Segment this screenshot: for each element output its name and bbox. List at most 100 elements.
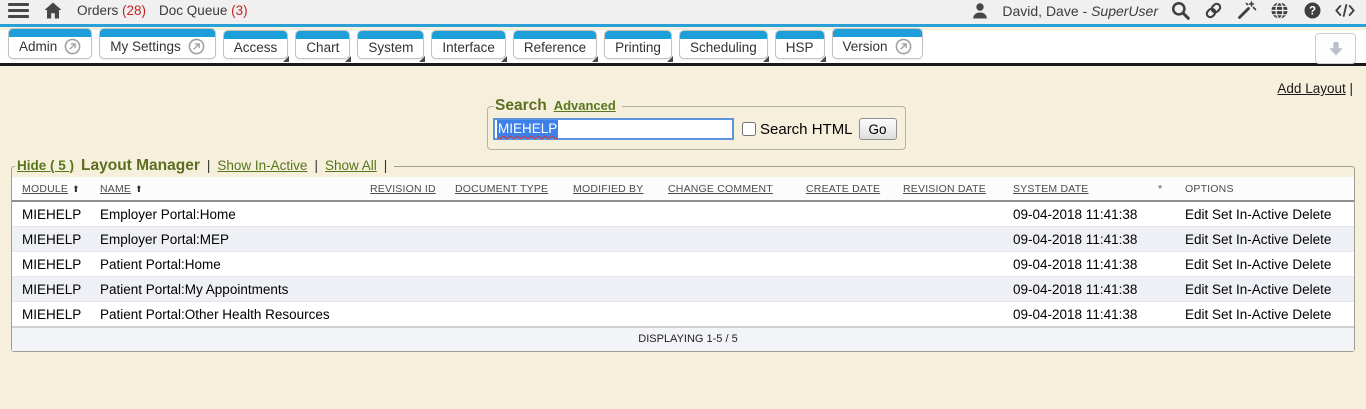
set-in-active-link[interactable]: Set In-Active: [1212, 282, 1289, 297]
layout-manager-panel: Hide ( 5 ) Layout Manager | Show In-Acti…: [11, 157, 1355, 352]
revision-id-cell: [370, 302, 455, 328]
show-inactive-link[interactable]: Show In-Active: [217, 158, 307, 173]
home-icon[interactable]: [42, 0, 64, 21]
modified-by-cell: [573, 227, 668, 252]
revision-id-cell: [370, 201, 455, 227]
top-bar-right: David, Dave - SuperUser ?: [969, 0, 1356, 21]
advanced-search-link[interactable]: Advanced: [554, 98, 616, 113]
collapse-tabs-button[interactable]: [1315, 33, 1356, 64]
set-in-active-link[interactable]: Set In-Active: [1212, 307, 1289, 322]
wand-icon[interactable]: [1235, 0, 1257, 21]
tab-reference[interactable]: Reference: [513, 30, 597, 59]
column-header-revision-id[interactable]: REVISION ID: [370, 177, 455, 201]
name-cell: Patient Portal:Home: [100, 252, 370, 277]
module-cell: MIEHELP: [12, 302, 100, 328]
dropdown-corner-icon: [763, 56, 769, 62]
tab-version[interactable]: Version: [832, 28, 923, 59]
delete-link[interactable]: Delete: [1292, 257, 1331, 272]
tab-interface[interactable]: Interface: [431, 30, 506, 59]
go-button[interactable]: Go: [859, 118, 897, 140]
name-cell: Employer Portal:MEP: [100, 227, 370, 252]
tab-hsp[interactable]: HSP: [775, 30, 825, 59]
column-header-revision-date[interactable]: REVISION DATE: [903, 177, 1013, 201]
delete-link[interactable]: Delete: [1292, 307, 1331, 322]
add-layout-link[interactable]: Add Layout |: [1277, 81, 1353, 96]
star-cell: [1158, 252, 1185, 277]
search-html-label: Search HTML: [760, 121, 853, 138]
column-header-name[interactable]: NAME⬆: [100, 177, 370, 201]
orders-count-badge: (28): [122, 3, 146, 18]
tab-accent-strip: [358, 31, 423, 39]
tab-label: Interface: [442, 40, 495, 55]
edit-link[interactable]: Edit: [1185, 232, 1208, 247]
column-header-module[interactable]: MODULE⬆: [12, 177, 100, 201]
set-in-active-link[interactable]: Set In-Active: [1212, 207, 1289, 222]
table-header-row: MODULE⬆NAME⬆REVISION IDDOCUMENT TYPEMODI…: [12, 177, 1354, 201]
modified-by-cell: [573, 252, 668, 277]
help-icon[interactable]: ?: [1301, 0, 1323, 21]
tab-accent-strip: [680, 31, 767, 39]
tab-label: Chart: [306, 40, 339, 55]
delete-link[interactable]: Delete: [1292, 282, 1331, 297]
edit-link[interactable]: Edit: [1185, 207, 1208, 222]
tab-label: Admin: [19, 39, 57, 54]
tab-label: Printing: [615, 40, 661, 55]
set-in-active-link[interactable]: Set In-Active: [1212, 257, 1289, 272]
tab-my-settings[interactable]: My Settings: [99, 28, 216, 59]
sort-ascending-icon: ⬆: [135, 184, 143, 194]
link-icon[interactable]: [1202, 0, 1224, 21]
table-footer-row: DISPLAYING 1-5 / 5: [12, 327, 1354, 351]
module-cell: MIEHELP: [12, 201, 100, 227]
revision-date-cell: [903, 227, 1013, 252]
column-header-document-type[interactable]: DOCUMENT TYPE: [455, 177, 573, 201]
tab-label: My Settings: [110, 39, 181, 54]
tab-system[interactable]: System: [357, 30, 424, 59]
hide-link[interactable]: Hide ( 5 ): [17, 158, 74, 173]
tab-access[interactable]: Access: [223, 30, 289, 59]
menu-icon[interactable]: [8, 3, 29, 18]
tab-accent-strip: [432, 31, 505, 39]
add-layout-label: Add Layout: [1277, 81, 1345, 96]
orders-link[interactable]: Orders (28): [77, 3, 146, 18]
star-cell: [1158, 277, 1185, 302]
name-cell: Patient Portal:Other Health Resources: [100, 302, 370, 328]
top-bar: Orders (28) Doc Queue (3) David, Dave - …: [0, 0, 1366, 27]
set-in-active-link[interactable]: Set In-Active: [1212, 232, 1289, 247]
column-header-options: OPTIONS: [1185, 177, 1354, 201]
change-comment-cell: [668, 252, 806, 277]
legend-separator: |: [314, 158, 318, 173]
edit-link[interactable]: Edit: [1185, 307, 1208, 322]
show-all-link[interactable]: Show All: [325, 158, 377, 173]
system-date-cell: 09-04-2018 11:41:38: [1013, 277, 1158, 302]
code-icon[interactable]: [1334, 0, 1356, 21]
dropdown-corner-icon: [667, 56, 673, 62]
edit-link[interactable]: Edit: [1185, 257, 1208, 272]
popout-icon[interactable]: [64, 38, 81, 55]
tab-admin[interactable]: Admin: [8, 28, 92, 59]
doc-queue-link[interactable]: Doc Queue (3): [159, 3, 248, 18]
star-cell: [1158, 302, 1185, 328]
delete-link[interactable]: Delete: [1292, 207, 1331, 222]
current-user: David, Dave - SuperUser: [1002, 3, 1158, 19]
search-input[interactable]: MIEHELP: [493, 118, 734, 140]
column-header-change-comment[interactable]: CHANGE COMMENT: [668, 177, 806, 201]
edit-link[interactable]: Edit: [1185, 282, 1208, 297]
table-row: MIEHELPPatient Portal:Home09-04-2018 11:…: [12, 252, 1354, 277]
search-icon[interactable]: [1169, 0, 1191, 21]
change-comment-cell: [668, 277, 806, 302]
column-header-modified-by[interactable]: MODIFIED BY: [573, 177, 668, 201]
system-date-cell: 09-04-2018 11:41:38: [1013, 201, 1158, 227]
popout-icon[interactable]: [895, 38, 912, 55]
delete-link[interactable]: Delete: [1292, 232, 1331, 247]
legend-separator: |: [384, 158, 388, 173]
globe-icon[interactable]: [1268, 0, 1290, 21]
search-html-checkbox[interactable]: [742, 122, 756, 136]
legend-separator: |: [207, 158, 211, 173]
column-header-system-date[interactable]: SYSTEM DATE: [1013, 177, 1158, 201]
column-header-create-date[interactable]: CREATE DATE: [806, 177, 903, 201]
popout-icon[interactable]: [188, 38, 205, 55]
tab-chart[interactable]: Chart: [295, 30, 350, 59]
tab-printing[interactable]: Printing: [604, 30, 672, 59]
star-cell: [1158, 227, 1185, 252]
tab-scheduling[interactable]: Scheduling: [679, 30, 768, 59]
